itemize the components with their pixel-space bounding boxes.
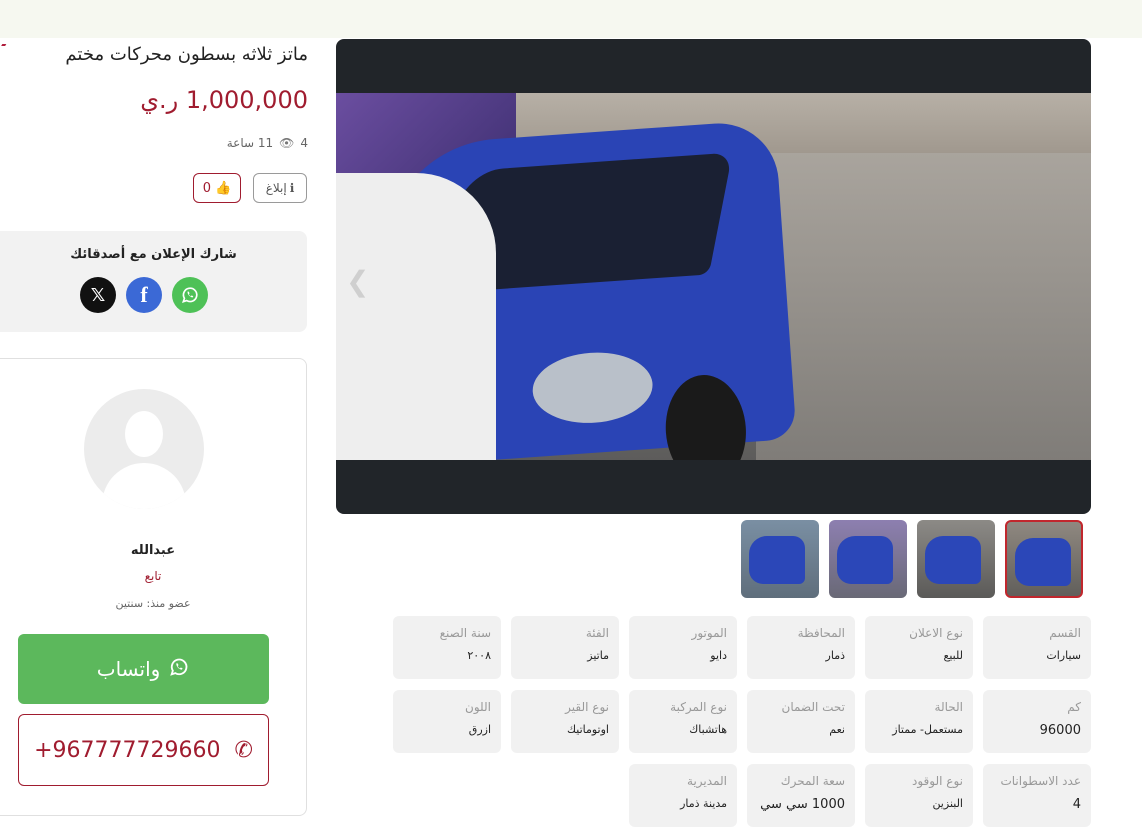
thumbnail-car (925, 536, 981, 584)
listing-meta: 4 👁 11 ساعة (227, 136, 308, 150)
spec-item: اللون ازرق (393, 690, 501, 753)
thumbnail[interactable] (829, 520, 907, 598)
thumbnail-car (749, 536, 805, 584)
spec-label: الفئة (585, 626, 609, 640)
spec-label: الحالة (934, 700, 963, 714)
spec-value: البنزين (932, 797, 963, 810)
spec-item: سنة الصنع ٢٠٠٨ (393, 616, 501, 679)
spec-item: كم 96000 (983, 690, 1091, 753)
views-count: 4 (300, 136, 308, 150)
spec-value: ازرق (468, 723, 491, 736)
chevron-left-icon[interactable]: ❮ (346, 265, 369, 298)
spec-label: عدد الاسطوانات (1000, 774, 1081, 788)
spec-label: نوع القير (565, 700, 609, 714)
spec-value: سيارات (1046, 649, 1081, 662)
spec-item: الموتور دايو (629, 616, 737, 679)
avatar-head (125, 411, 163, 457)
avatar-body (102, 463, 186, 509)
spec-item: المديرية مدينة ذمار (629, 764, 737, 827)
whatsapp-icon[interactable] (172, 277, 208, 313)
spec-value: اوتوماتيك (566, 723, 609, 736)
spec-value: للبيع (943, 649, 964, 662)
spec-item: الحالة مستعمل- ممتاز (865, 690, 973, 753)
member-since: عضو منذ: سنتين (115, 597, 191, 610)
whatsapp-icon (168, 656, 190, 683)
thumbs-up-icon: 👍 (215, 180, 232, 196)
thumbnail-strip (741, 520, 1083, 598)
photo-white-car (336, 173, 496, 460)
main-photo (336, 93, 1091, 460)
thumbnail-car (1015, 538, 1071, 586)
report-button[interactable]: ℹ إبلاغ (253, 173, 307, 203)
spec-value: ذمار (825, 649, 845, 662)
seller-name: عبدالله (130, 543, 176, 558)
eye-icon: 👁 (279, 136, 295, 150)
spec-item: نوع المركبة هاتشباك (629, 690, 737, 753)
spec-label: سعة المحرك (780, 774, 845, 788)
share-title: شارك الإعلان مع أصدقائك (70, 247, 237, 262)
spec-value: مستعمل- ممتاز (892, 723, 963, 736)
listing-title: ماتز ثلاثه بسطون محركات مختم (65, 44, 308, 65)
spec-item: المحافظة ذمار (747, 616, 855, 679)
spec-label: نوع المركبة (670, 700, 727, 714)
avatar (84, 389, 204, 509)
share-box: شارك الإعلان مع أصدقائك 𝕏 f (0, 231, 307, 332)
photo-wheel (662, 372, 750, 460)
spec-label: الموتور (691, 626, 727, 640)
spec-value: نعم (829, 723, 845, 736)
share-icons: 𝕏 f (80, 277, 208, 313)
spec-value: ٢٠٠٨ (467, 649, 491, 662)
spec-item: سعة المحرك 1000 سي سي (747, 764, 855, 827)
spec-item: عدد الاسطوانات 4 (983, 764, 1091, 827)
spec-label: المحافظة (797, 626, 845, 640)
thumbnail[interactable] (917, 520, 995, 598)
follow-link[interactable]: تابع (0, 569, 306, 583)
spec-label: المديرية (687, 774, 727, 788)
spec-label: اللون (465, 700, 491, 714)
photo-street (756, 153, 1091, 460)
spec-value: ماتيز (587, 649, 609, 662)
accent-mark (0, 44, 7, 52)
x-icon[interactable]: 𝕏 (80, 277, 116, 313)
listing-price: 1,000,000 ر.ي (140, 86, 308, 114)
spec-item: نوع الوقود البنزين (865, 764, 973, 827)
spec-label: نوع الوقود (912, 774, 963, 788)
whatsapp-label: واتساب (96, 657, 161, 681)
whatsapp-button[interactable]: واتساب (18, 634, 269, 704)
info-icon: ℹ (289, 181, 295, 195)
phone-button[interactable]: +967777729660 ✆ (18, 714, 269, 786)
spec-item: تحت الضمان نعم (747, 690, 855, 753)
thumbnail-active[interactable] (1005, 520, 1083, 598)
phone-number: +967777729660 (34, 737, 221, 763)
image-gallery[interactable]: ❮ (336, 39, 1091, 514)
spec-item: نوع القير اوتوماتيك (511, 690, 619, 753)
likes-count: 0 (202, 180, 212, 196)
spec-label: القسم (1049, 626, 1081, 640)
spec-label: تحت الضمان (781, 700, 846, 714)
spec-value: دايو (710, 649, 727, 662)
spec-value: 4 (1072, 797, 1081, 812)
photo-headlight (530, 348, 655, 427)
spec-value: هاتشباك (689, 723, 727, 736)
spec-label: سنة الصنع (439, 626, 491, 640)
spec-label: نوع الاعلان (909, 626, 963, 640)
like-button[interactable]: 0 👍 (193, 173, 241, 203)
facebook-icon[interactable]: f (126, 277, 162, 313)
spec-value: مدينة ذمار (680, 797, 727, 810)
thumbnail-car (837, 536, 893, 584)
phone-icon: ✆ (234, 737, 253, 763)
spec-value: 1000 سي سي (760, 797, 845, 812)
spec-item: نوع الاعلان للبيع (865, 616, 973, 679)
spec-item: الفئة ماتيز (511, 616, 619, 679)
spec-item: القسم سيارات (983, 616, 1091, 679)
thumbnail[interactable] (741, 520, 819, 598)
top-bar (0, 0, 1142, 38)
spec-value: 96000 (1039, 723, 1081, 738)
spec-label: كم (1067, 700, 1081, 714)
report-label: إبلاغ (265, 181, 287, 195)
time-ago: 11 ساعة (226, 136, 274, 150)
